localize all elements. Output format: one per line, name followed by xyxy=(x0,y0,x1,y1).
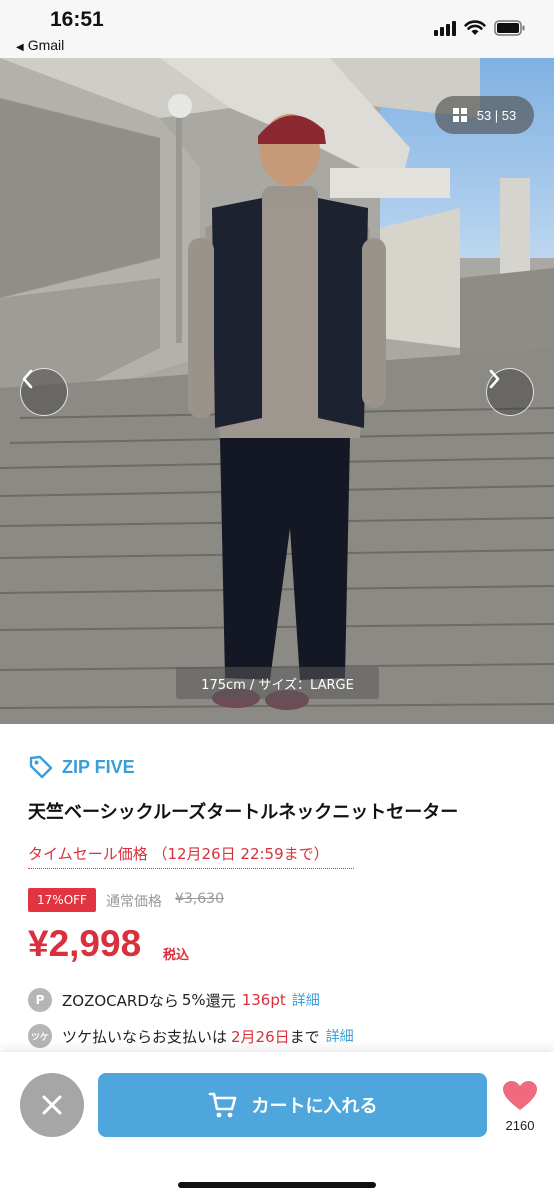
add-to-cart-button[interactable]: カートに入れる xyxy=(98,1073,487,1137)
favorite-count: 2160 xyxy=(505,1118,535,1133)
tsuke-payment-row: ツケ ツケ払いならお支払いは 2月26日 まで 詳細 xyxy=(28,1024,354,1048)
tsuke-icon: ツケ xyxy=(28,1024,52,1048)
product-title: 天竺ベーシックルーズタートルネックニットセーター xyxy=(28,802,459,823)
tsuke-text2: まで xyxy=(289,1027,320,1046)
cart-icon xyxy=(208,1092,236,1118)
brand-name: ZIP FIVE xyxy=(62,756,135,777)
discount-badge: 17%OFF xyxy=(28,888,96,912)
sale-price: ¥2,998 xyxy=(28,923,142,964)
image-counter-button[interactable]: 53 | 53 xyxy=(435,96,534,134)
product-photo[interactable]: 53 | 53 175cm / サイズ：LARGE xyxy=(0,58,554,724)
time-sale-label: タイムセール価格 （12月26日 22:59まで） xyxy=(28,843,354,869)
product-photo-image xyxy=(0,58,554,724)
zozocard-detail-link[interactable]: 詳細 xyxy=(292,990,320,1010)
chevron-right-icon xyxy=(489,369,500,389)
tax-included-label: 税込 xyxy=(163,948,190,963)
regular-price-label: 通常価格 xyxy=(106,894,162,910)
heart-icon xyxy=(503,1081,537,1110)
tag-icon xyxy=(29,755,53,779)
tsuke-detail-link[interactable]: 詳細 xyxy=(326,1026,354,1046)
grid-icon xyxy=(452,108,467,122)
back-app-label: Gmail xyxy=(27,37,65,53)
status-bar: 16:51 ◀ Gmail xyxy=(0,0,554,58)
previous-image-button[interactable] xyxy=(20,368,68,416)
status-icons xyxy=(434,20,526,36)
model-size-caption: 175cm / サイズ：LARGE xyxy=(176,667,379,699)
back-to-app-link[interactable]: ◀ Gmail xyxy=(16,37,64,53)
bottom-action-bar: カートに入れる 2160 xyxy=(0,1052,554,1200)
zozocard-text2: 還元 xyxy=(205,991,236,1010)
zozocard-rate: 5% xyxy=(181,991,206,1009)
points-icon: P xyxy=(28,988,52,1012)
tsuke-text: ツケ払いならお支払いは xyxy=(62,1027,228,1046)
zozocard-text: ZOZOCARDなら xyxy=(62,991,179,1010)
regular-price: ¥3,630 xyxy=(175,891,224,907)
image-counter-text: 53 | 53 xyxy=(476,107,517,123)
back-triangle-icon: ◀ xyxy=(16,42,24,53)
tsuke-date: 2月26日 xyxy=(231,1027,290,1046)
signal-icon xyxy=(434,20,456,36)
zozocard-points: 136pt xyxy=(241,991,286,1009)
battery-icon xyxy=(494,20,525,36)
home-indicator xyxy=(178,1182,376,1188)
status-time: 16:51 xyxy=(50,8,104,31)
favorite-button[interactable]: 2160 xyxy=(500,1080,540,1133)
brand-link[interactable]: ZIP FIVE xyxy=(28,754,135,780)
close-icon xyxy=(42,1095,62,1115)
next-image-button[interactable] xyxy=(486,368,534,416)
add-to-cart-label: カートに入れる xyxy=(251,1096,378,1117)
zozocard-points-row: P ZOZOCARDなら 5% 還元 136pt 詳細 xyxy=(28,988,320,1012)
close-button[interactable] xyxy=(20,1073,84,1137)
chevron-left-icon xyxy=(22,369,33,389)
wifi-icon xyxy=(464,20,486,35)
